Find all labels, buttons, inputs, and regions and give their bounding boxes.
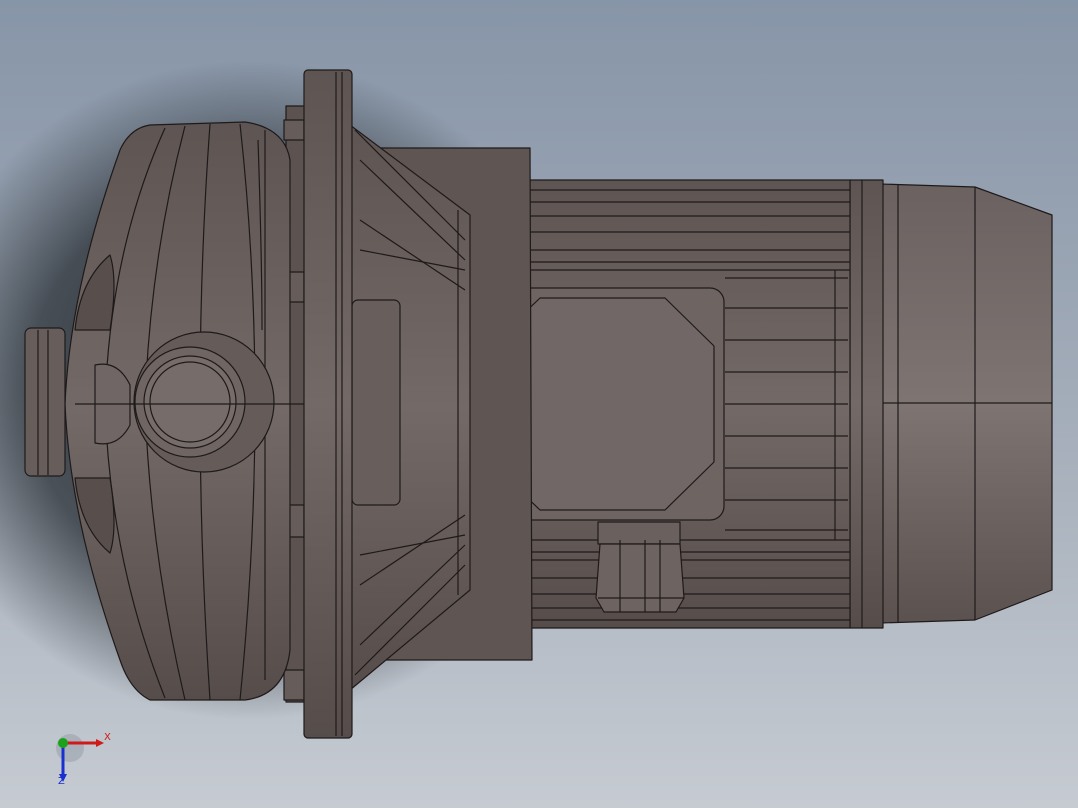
triad-x-label: X — [104, 732, 111, 743]
graphics-viewport[interactable]: X Z — [0, 0, 1078, 808]
triad-z-label: Z — [58, 776, 65, 787]
orientation-triad: X Z — [52, 730, 112, 790]
model-view[interactable] — [0, 0, 1078, 808]
motor-bracket[interactable] — [349, 124, 533, 691]
fan-cover[interactable] — [849, 179, 1053, 629]
cable-gland[interactable] — [595, 521, 685, 613]
